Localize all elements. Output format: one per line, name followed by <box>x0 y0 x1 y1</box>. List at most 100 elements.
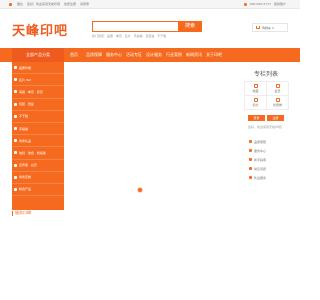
sidebar-item-packaging[interactable]: 包装 · 纸盒 <box>12 99 64 111</box>
sidebar-item-brochure[interactable]: 画册印刷 <box>12 62 64 75</box>
accent-bar-icon <box>12 210 13 216</box>
ticket-icon <box>275 98 280 102</box>
main-nav: 全部产品分类 首页 品质保障 服务中心 活动专区 设计服务 行业案例 新闻资讯 … <box>0 48 300 62</box>
panel-link[interactable]: 售后服务 <box>244 173 288 182</box>
nav-item-promo[interactable]: 活动专区 <box>124 52 144 58</box>
nav-item-home[interactable]: 首页 <box>64 52 84 58</box>
all-categories-button[interactable]: 全部产品分类 <box>12 48 64 62</box>
sidebar-item-label: 不干胶 <box>19 114 29 119</box>
sidebar-item-gift[interactable]: 商务礼品 <box>12 135 64 148</box>
poster-icon <box>14 90 17 94</box>
header: 天峰印吧 搜索 热门搜索：画册 · 单页 · 名片 · 手提袋 · 包装盒 · … <box>0 10 300 43</box>
sidebar-item-label: 画册印刷 <box>19 65 32 70</box>
member-cell[interactable]: 会员 <box>267 82 289 96</box>
custom-icon <box>14 175 17 179</box>
sidebar-item-sticker[interactable]: 不干胶 <box>12 111 64 123</box>
service-icon <box>249 149 252 152</box>
favorites-cell[interactable]: 收藏 <box>245 82 267 96</box>
panel-link[interactable]: 常见问题 <box>244 164 288 173</box>
cart-button[interactable]: 购物车 0 <box>252 23 288 32</box>
star-icon <box>14 187 17 191</box>
site-logo[interactable]: 天峰印吧 <box>12 20 68 39</box>
nav-item-design[interactable]: 设计服务 <box>144 52 164 58</box>
sidebar-item-calendar[interactable]: 宣传册 · 台历 <box>12 160 64 172</box>
gift-icon <box>14 139 17 143</box>
sidebar-item-label: 宣传册 · 台历 <box>19 163 37 168</box>
cart-label: 购物车 0 <box>262 25 274 30</box>
panel-links: 品质保障 服务中心 新手指南 常见问题 售后服务 <box>244 137 288 182</box>
panel-link-label: 品质保障 <box>254 139 267 144</box>
nav-item-quality[interactable]: 品质保障 <box>84 52 104 58</box>
my-account-link[interactable]: 我的账户 <box>274 2 286 6</box>
panel-link[interactable]: 新手指南 <box>244 155 288 164</box>
panel-link[interactable]: 服务中心 <box>244 146 288 155</box>
nav-item-cases[interactable]: 行业案例 <box>164 52 184 58</box>
nav-items: 首页 品质保障 服务中心 活动专区 设计服务 行业案例 新闻资讯 关于印吧 <box>64 48 224 62</box>
phone-number: 400-000-5777 <box>249 2 271 6</box>
sidebar-item-poster[interactable]: 海报 · 单页 · 折页 <box>12 86 64 99</box>
coin-icon <box>253 98 258 102</box>
hot-search-words[interactable]: 热门搜索：画册 · 单页 · 名片 · 手提袋 · 包装盒 · 不干胶 <box>92 34 166 38</box>
panel-link-label: 售后服务 <box>254 175 267 180</box>
cell-label: 会员 <box>274 89 281 93</box>
panel-login-button[interactable]: 登录 <box>248 115 265 121</box>
sidebar-item-label: 精选产品 <box>19 187 32 192</box>
panel-register-button[interactable]: 注册 <box>267 115 284 121</box>
login-link[interactable]: 请登录 <box>80 2 89 6</box>
panel-link[interactable]: 品质保障 <box>244 137 288 146</box>
guide-icon <box>249 158 252 161</box>
cell-label: 优惠券 <box>272 103 282 107</box>
sidebar-item-label: 手提袋 <box>19 126 29 131</box>
sticker-icon <box>14 114 17 118</box>
user-icon <box>275 84 280 88</box>
panel-grid: 收藏 会员 积分 优惠券 <box>244 81 289 110</box>
sidebar-item-label: 信封 · 信纸 · 档案袋 <box>19 150 46 155</box>
shield-icon <box>249 140 252 143</box>
nav-item-service[interactable]: 服务中心 <box>104 52 124 58</box>
panel-welcome: 您好，欢迎来到天峰印吧！ <box>247 125 284 129</box>
search-box: 搜索 <box>92 21 202 32</box>
nav-item-about[interactable]: 关于印吧 <box>204 52 224 58</box>
city-label[interactable]: 烟台 <box>17 2 23 6</box>
question-icon <box>249 167 252 170</box>
login-row: 登录 注册 <box>244 115 288 121</box>
bag-icon <box>14 127 17 131</box>
calendar-icon <box>14 163 17 167</box>
sidebar-item-envelope[interactable]: 信封 · 信纸 · 档案袋 <box>12 147 64 160</box>
points-cell[interactable]: 积分 <box>245 96 267 110</box>
loading-spinner-icon <box>137 187 143 193</box>
sidebar-item-card[interactable]: 名片 Tell <box>12 74 64 87</box>
sidebar-item-label: 商务定制 <box>19 175 32 180</box>
sidebar-item-label: 海报 · 单页 · 折页 <box>19 89 43 94</box>
cart-icon <box>256 26 260 29</box>
envelope-icon <box>14 151 17 155</box>
panel-link-label: 常见问题 <box>254 166 267 171</box>
nav-item-news[interactable]: 新闻资讯 <box>184 52 204 58</box>
aftersale-icon <box>249 176 252 179</box>
register-link[interactable]: 免费注册 <box>64 2 76 6</box>
box-icon <box>14 102 17 106</box>
section-heading-text: 服务口碑 <box>15 210 31 215</box>
book-icon <box>14 66 17 70</box>
top-bar-left: 烟台 您好！欢迎来到天峰印吧 免费注册 请登录 <box>9 2 89 6</box>
sidebar-item-featured[interactable]: 精选产品 <box>12 184 64 197</box>
card-icon <box>14 78 17 82</box>
location-pin-icon <box>9 2 12 6</box>
sidebar-item-label: 包装 · 纸盒 <box>19 102 34 107</box>
search-button[interactable]: 搜索 <box>178 21 202 32</box>
welcome-text: 您好！欢迎来到天峰印吧 <box>27 2 61 6</box>
category-sidebar: 画册印刷 名片 Tell 海报 · 单页 · 折页 包装 · 纸盒 不干胶 手提… <box>12 62 64 210</box>
top-bar-right: 400-000-5777 我的账户 <box>243 2 286 6</box>
search-input[interactable] <box>95 22 179 31</box>
sidebar-item-bag[interactable]: 手提袋 <box>12 123 64 136</box>
heart-icon <box>253 84 258 88</box>
coupon-cell[interactable]: 优惠券 <box>267 96 289 110</box>
section-heading: 服务口碑 <box>12 210 31 216</box>
panel-title: 专栏列表 <box>253 71 278 78</box>
top-bar: 烟台 您好！欢迎来到天峰印吧 免费注册 请登录 400-000-5777 我的账… <box>0 0 300 9</box>
cell-label: 收藏 <box>252 89 259 93</box>
panel-link-label: 服务中心 <box>254 148 267 153</box>
cell-label: 积分 <box>252 103 259 107</box>
sidebar-item-custom[interactable]: 商务定制 <box>12 172 64 184</box>
user-panel: 专栏列表 收藏 会员 积分 优惠券 登录 注册 您好，欢迎来到天峰印吧！ 品质保… <box>244 69 289 182</box>
